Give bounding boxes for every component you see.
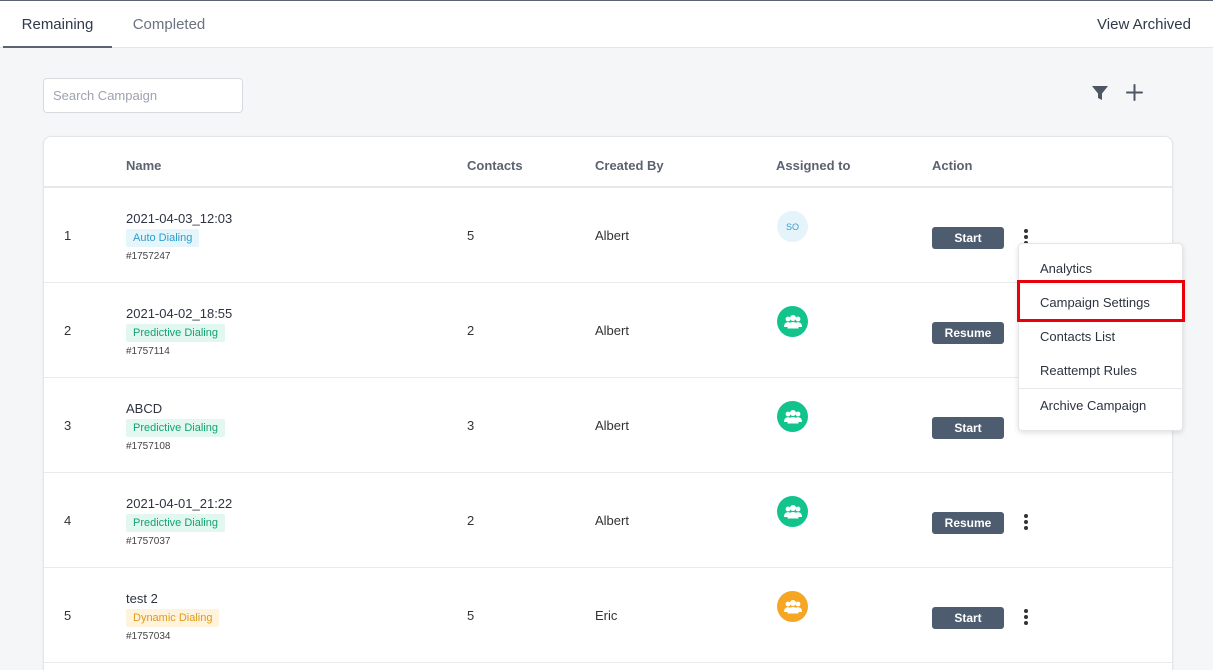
campaign-id: #1757114 [126, 346, 170, 357]
dialing-type-tag: Dynamic Dialing [126, 609, 220, 627]
campaign-name[interactable]: test 2 [126, 591, 158, 606]
row-actions-menu: Analytics Campaign Settings Contacts Lis… [1018, 243, 1183, 431]
tab-remaining[interactable]: Remaining [3, 1, 112, 48]
avatar [777, 401, 808, 432]
row-index: 5 [64, 608, 72, 623]
start-button[interactable]: Start [932, 417, 1004, 439]
contacts-count: 2 [467, 323, 475, 338]
created-by: Eric [595, 608, 618, 623]
filter-icon[interactable] [1091, 84, 1109, 102]
dialing-type-tag: Predictive Dialing [126, 419, 225, 437]
column-header-contacts: Contacts [467, 158, 523, 173]
menu-item-contacts-list[interactable]: Contacts List [1019, 320, 1182, 354]
contacts-count: 3 [467, 418, 475, 433]
plus-icon[interactable] [1125, 83, 1144, 102]
campaign-id: #1757037 [126, 536, 171, 547]
row-index: 4 [64, 513, 72, 528]
dialing-type-tag: Predictive Dialing [126, 324, 225, 342]
search-input[interactable] [43, 78, 243, 113]
created-by: Albert [595, 323, 629, 338]
group-icon [783, 504, 802, 518]
dialing-type-tag: Auto Dialing [126, 229, 200, 247]
group-icon [783, 314, 802, 328]
campaign-id: #1757034 [126, 631, 171, 642]
start-button[interactable]: Start [932, 227, 1004, 249]
campaign-name[interactable]: 2021-04-03_12:03 [126, 211, 232, 226]
row-index: 3 [64, 418, 72, 433]
menu-item-analytics[interactable]: Analytics [1019, 252, 1182, 286]
created-by: Albert [595, 228, 629, 243]
table-row: 2 2021-04-02_18:55 Predictive Dialing #1… [44, 283, 1172, 378]
avatar: SO [777, 211, 808, 242]
created-by: Albert [595, 513, 629, 528]
campaign-table: Name Contacts Created By Assigned to Act… [43, 136, 1173, 670]
table-row: 5 test 2 Dynamic Dialing #1757034 5 Eric… [44, 568, 1172, 663]
group-icon [783, 409, 802, 423]
top-tab-bar: Remaining Completed View Archived [0, 0, 1213, 48]
column-header-action: Action [932, 158, 973, 173]
table-row: 3 ABCD Predictive Dialing #1757108 3 Alb… [44, 378, 1172, 473]
avatar [777, 591, 808, 622]
resume-button[interactable]: Resume [932, 322, 1004, 344]
view-archived-link[interactable]: View Archived [1097, 1, 1191, 48]
table-row: 4 2021-04-01_21:22 Predictive Dialing #1… [44, 473, 1172, 568]
column-header-assigned-to: Assigned to [776, 158, 851, 173]
row-index: 2 [64, 323, 72, 338]
more-options-icon[interactable] [1020, 606, 1032, 628]
campaign-id: #1757108 [126, 441, 171, 452]
avatar [777, 306, 808, 337]
contacts-count: 5 [467, 228, 475, 243]
campaign-name[interactable]: 2021-04-02_18:55 [126, 306, 232, 321]
start-button[interactable]: Start [932, 607, 1004, 629]
menu-item-reattempt-rules[interactable]: Reattempt Rules [1019, 354, 1182, 388]
resume-button[interactable]: Resume [932, 512, 1004, 534]
row-index: 1 [64, 228, 72, 243]
menu-item-campaign-settings[interactable]: Campaign Settings [1019, 286, 1182, 320]
more-options-icon[interactable] [1020, 511, 1032, 533]
tab-completed[interactable]: Completed [113, 1, 225, 48]
table-header: Name Contacts Created By Assigned to Act… [44, 137, 1172, 188]
menu-item-archive-campaign[interactable]: Archive Campaign [1019, 389, 1182, 423]
table-row: 1 2021-04-03_12:03 Auto Dialing #1757247… [44, 188, 1172, 283]
contacts-count: 2 [467, 513, 475, 528]
column-header-created-by: Created By [595, 158, 664, 173]
column-header-name: Name [126, 158, 162, 173]
created-by: Albert [595, 418, 629, 433]
campaign-id: #1757247 [126, 251, 171, 262]
group-icon [783, 599, 802, 613]
contacts-count: 5 [467, 608, 475, 623]
campaign-name[interactable]: ABCD [126, 401, 162, 416]
campaign-name[interactable]: 2021-04-01_21:22 [126, 496, 232, 511]
dialing-type-tag: Predictive Dialing [126, 514, 225, 532]
avatar [777, 496, 808, 527]
